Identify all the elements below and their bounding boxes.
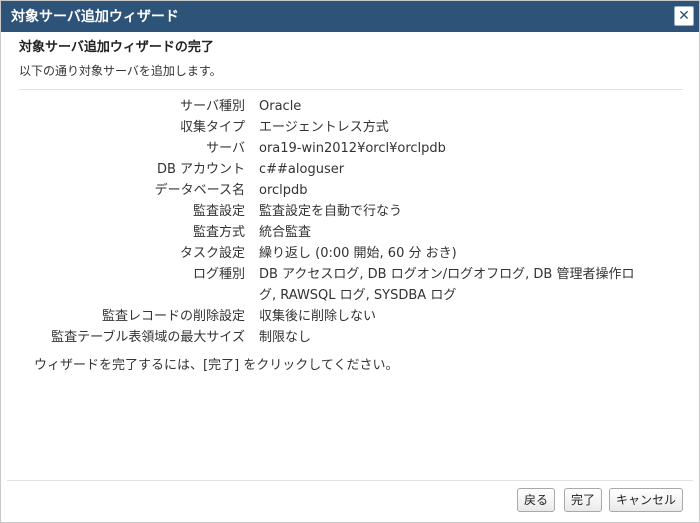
summary-label: ログ種別 — [192, 267, 245, 282]
summary-label: 監査テーブル表領域の最大サイズ — [51, 330, 245, 345]
summary-value: ora19-win2012¥orcl¥orclpdb — [259, 141, 446, 156]
divider — [19, 89, 683, 90]
summary-value: DB アクセスログ, DB ログオン/ログオフログ, DB 管理者操作ロ グ, R… — [259, 264, 679, 306]
summary-value: orclpdb — [259, 183, 308, 198]
summary-value: 統合監査 — [259, 225, 312, 240]
summary-value: 収集後に削除しない — [259, 309, 377, 324]
summary-label: 収集タイプ — [179, 120, 245, 135]
summary-label: 監査レコードの削除設定 — [101, 309, 245, 324]
back-button[interactable]: 戻る — [517, 488, 556, 512]
summary-value: エージェントレス方式 — [259, 120, 389, 135]
summary-value: 制限なし — [259, 330, 312, 345]
title-bar: 対象サーバ追加ウィザード ✕ — [1, 1, 699, 32]
window-title: 対象サーバ追加ウィザード — [11, 9, 179, 25]
summary-value: Oracle — [259, 99, 302, 114]
page-heading: 対象サーバ追加ウィザードの完了 — [19, 40, 214, 55]
summary-label: サーバ — [206, 141, 245, 156]
summary-value: 監査設定を自動で行なう — [259, 204, 403, 219]
summary-value: c##aloguser — [259, 162, 345, 177]
summary-label: DB アカウント — [156, 162, 245, 177]
summary-label: サーバ種別 — [180, 99, 245, 114]
footer-divider — [7, 480, 693, 481]
summary-value-line: DB アクセスログ, DB ログオン/ログオフログ, DB 管理者操作ロ — [259, 267, 635, 282]
close-icon: ✕ — [678, 8, 690, 24]
finish-button[interactable]: 完了 — [564, 488, 603, 512]
summary-label: 監査方式 — [192, 225, 245, 240]
summary-label: 監査設定 — [192, 204, 245, 219]
cancel-button[interactable]: キャンセル — [609, 488, 684, 512]
wizard-dialog: 対象サーバ追加ウィザード ✕ 対象サーバ追加ウィザードの完了 以下の通り対象サー… — [0, 0, 700, 523]
close-button[interactable]: ✕ — [674, 6, 694, 26]
page-subheading: 以下の通り対象サーバを追加します。 — [19, 64, 222, 78]
summary-value: 繰り返し (0:00 開始, 60 分 おき) — [259, 246, 457, 261]
instruction-text: ウィザードを完了するには、[完了] をクリックしてください。 — [34, 358, 399, 373]
summary-label: タスク設定 — [179, 246, 245, 261]
summary-label: データベース名 — [154, 183, 245, 198]
summary-value-line: グ, RAWSQL ログ, SYSDBA ログ — [259, 288, 457, 303]
